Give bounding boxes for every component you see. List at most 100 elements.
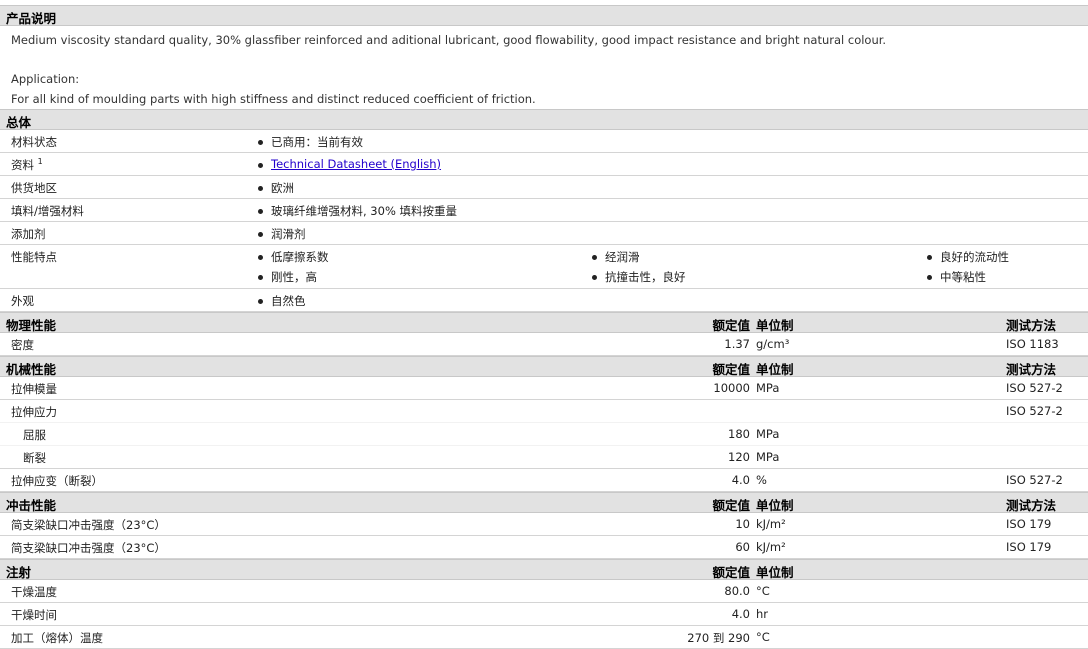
property-value: 10 bbox=[735, 517, 750, 531]
property-label: 密度 bbox=[11, 338, 34, 352]
property-value: 270 到 290 bbox=[687, 631, 750, 645]
test-method: ISO 527-2 bbox=[1006, 473, 1063, 487]
property-row: 材料状态 已商用：当前有效 bbox=[0, 130, 1088, 153]
property-row: 性能特点 低摩擦系数 经润滑 良好的流动性 刚性，高 抗撞击性，良好 中等粘性 bbox=[0, 245, 1088, 289]
property-unit: MPa bbox=[756, 450, 780, 464]
section-title: 总体 bbox=[6, 115, 32, 130]
test-method: ISO 179 bbox=[1006, 540, 1052, 554]
property-unit: % bbox=[756, 473, 767, 487]
property-unit: °C bbox=[756, 584, 770, 598]
property-unit: g/cm³ bbox=[756, 337, 790, 351]
property-row: 干燥温度 80.0 °C bbox=[0, 580, 1088, 603]
bullet-item: 刚性，高 bbox=[258, 270, 317, 284]
property-label: 材料状态 bbox=[11, 135, 57, 149]
column-header-method: 测试方法 bbox=[1006, 318, 1057, 333]
bullet-item: 欧洲 bbox=[258, 181, 294, 195]
property-label: 拉伸模量 bbox=[11, 382, 57, 396]
property-label: 屈服 bbox=[23, 428, 46, 442]
property-label: 拉伸应力 bbox=[11, 405, 57, 419]
property-unit: kJ/m² bbox=[756, 517, 786, 531]
property-row: 拉伸模量 10000 MPa ISO 527-2 bbox=[0, 377, 1088, 400]
property-label: 干燥温度 bbox=[11, 585, 57, 599]
bullet-item: 良好的流动性 bbox=[927, 250, 1009, 264]
property-label: 断裂 bbox=[23, 451, 46, 465]
property-label: 外观 bbox=[11, 294, 34, 308]
section-header: 机械性能 额定值 单位制 测试方法 bbox=[0, 356, 1088, 377]
property-row: 加工（熔体）温度 270 到 290 °C bbox=[0, 626, 1088, 649]
property-value: 180 bbox=[728, 427, 750, 441]
bullet-item: 润滑剂 bbox=[258, 227, 306, 241]
section-header: 冲击性能 额定值 单位制 测试方法 bbox=[0, 492, 1088, 513]
property-label: 供货地区 bbox=[11, 181, 57, 195]
column-header-value: 额定值 bbox=[712, 318, 750, 333]
property-label-wrap: 资料 1 bbox=[11, 157, 43, 173]
column-header-unit: 单位制 bbox=[756, 498, 794, 513]
property-value: 10000 bbox=[713, 381, 750, 395]
property-value: 1.37 bbox=[724, 337, 750, 351]
bullet-item: 玻璃纤维增强材料, 30% 填料按重量 bbox=[257, 204, 458, 218]
section-header: 物理性能 额定值 单位制 测试方法 bbox=[0, 312, 1088, 333]
test-method: ISO 1183 bbox=[1006, 337, 1059, 351]
section-header: 注射 额定值 单位制 bbox=[0, 559, 1088, 580]
property-value: 60 bbox=[735, 540, 750, 554]
property-label: 资料 bbox=[11, 158, 34, 172]
column-header-value: 额定值 bbox=[712, 498, 750, 513]
property-row: 资料 1 Technical Datasheet (English) bbox=[0, 153, 1088, 176]
property-row: 简支梁缺口冲击强度（23°C） 60 kJ/m² ISO 179 bbox=[0, 536, 1088, 559]
property-row: 填料/增强材料 玻璃纤维增强材料, 30% 填料按重量 bbox=[0, 199, 1088, 222]
property-unit: MPa bbox=[756, 427, 780, 441]
section-title: 注射 bbox=[6, 565, 32, 580]
property-label: 加工（熔体）温度 bbox=[11, 631, 103, 645]
property-unit: kJ/m² bbox=[756, 540, 786, 554]
column-header-value: 额定值 bbox=[712, 362, 750, 377]
property-row: 干燥时间 4.0 hr bbox=[0, 603, 1088, 626]
property-label: 添加剂 bbox=[11, 227, 46, 241]
property-label: 简支梁缺口冲击强度（23°C） bbox=[11, 541, 166, 555]
property-unit: MPa bbox=[756, 381, 780, 395]
property-value: 120 bbox=[728, 450, 750, 464]
bullet-item: 低摩擦系数 bbox=[258, 250, 329, 264]
section-header-description: 产品说明 bbox=[0, 5, 1088, 26]
bullet-item: 经润滑 bbox=[592, 250, 640, 264]
property-row: 密度 1.37 g/cm³ ISO 1183 bbox=[0, 333, 1088, 356]
section-title: 冲击性能 bbox=[6, 498, 57, 513]
datasheet: 产品说明 Medium viscosity standard quality, … bbox=[0, 0, 1088, 649]
bullet-item: 抗撞击性，良好 bbox=[592, 270, 686, 284]
property-row: 拉伸应变（断裂） 4.0% ISO 527-2 bbox=[0, 469, 1088, 492]
column-header-unit: 单位制 bbox=[756, 362, 794, 377]
property-row: 供货地区 欧洲 bbox=[0, 176, 1088, 199]
test-method: ISO 527-2 bbox=[1006, 404, 1063, 418]
section-title: 物理性能 bbox=[6, 318, 57, 333]
section-title: 机械性能 bbox=[6, 362, 57, 377]
column-header-method: 测试方法 bbox=[1006, 498, 1057, 513]
description-block: Medium viscosity standard quality, 30% g… bbox=[0, 26, 1088, 109]
property-row: 添加剂 润滑剂 bbox=[0, 222, 1088, 245]
property-unit: hr bbox=[756, 607, 769, 621]
property-row: 拉伸应力 ISO 527-2 bbox=[0, 400, 1088, 423]
bullet-item: 已商用：当前有效 bbox=[258, 135, 363, 149]
column-header-method: 测试方法 bbox=[1006, 362, 1057, 377]
footnote-marker: 1 bbox=[37, 157, 43, 167]
application-text: For all kind of moulding parts with high… bbox=[11, 92, 536, 106]
property-value: 4.0 bbox=[731, 607, 750, 621]
property-row: 外观 自然色 bbox=[0, 289, 1088, 312]
property-label: 填料/增强材料 bbox=[11, 204, 84, 218]
application-label: Application: bbox=[11, 72, 80, 86]
test-method: ISO 179 bbox=[1006, 517, 1052, 531]
property-unit: °C bbox=[756, 630, 770, 644]
property-label: 干燥时间 bbox=[11, 608, 57, 622]
property-value: 4.0 bbox=[731, 473, 750, 487]
column-header-unit: 单位制 bbox=[756, 565, 794, 580]
datasheet-link[interactable]: Technical Datasheet (English) bbox=[271, 157, 441, 171]
property-value: 80.0 bbox=[724, 584, 750, 598]
property-row: 屈服 180 MPa bbox=[0, 423, 1088, 446]
column-header-value: 额定值 bbox=[712, 565, 750, 580]
bullet-item: Technical Datasheet (English) bbox=[257, 157, 441, 171]
section-header-general: 总体 bbox=[0, 109, 1088, 130]
column-header-unit: 单位制 bbox=[756, 318, 794, 333]
section-title: 产品说明 bbox=[6, 11, 57, 26]
property-label: 简支梁缺口冲击强度（23°C） bbox=[11, 518, 166, 532]
description-text: Medium viscosity standard quality, 30% g… bbox=[11, 33, 887, 47]
test-method: ISO 527-2 bbox=[1006, 381, 1063, 395]
property-label: 性能特点 bbox=[11, 250, 57, 264]
